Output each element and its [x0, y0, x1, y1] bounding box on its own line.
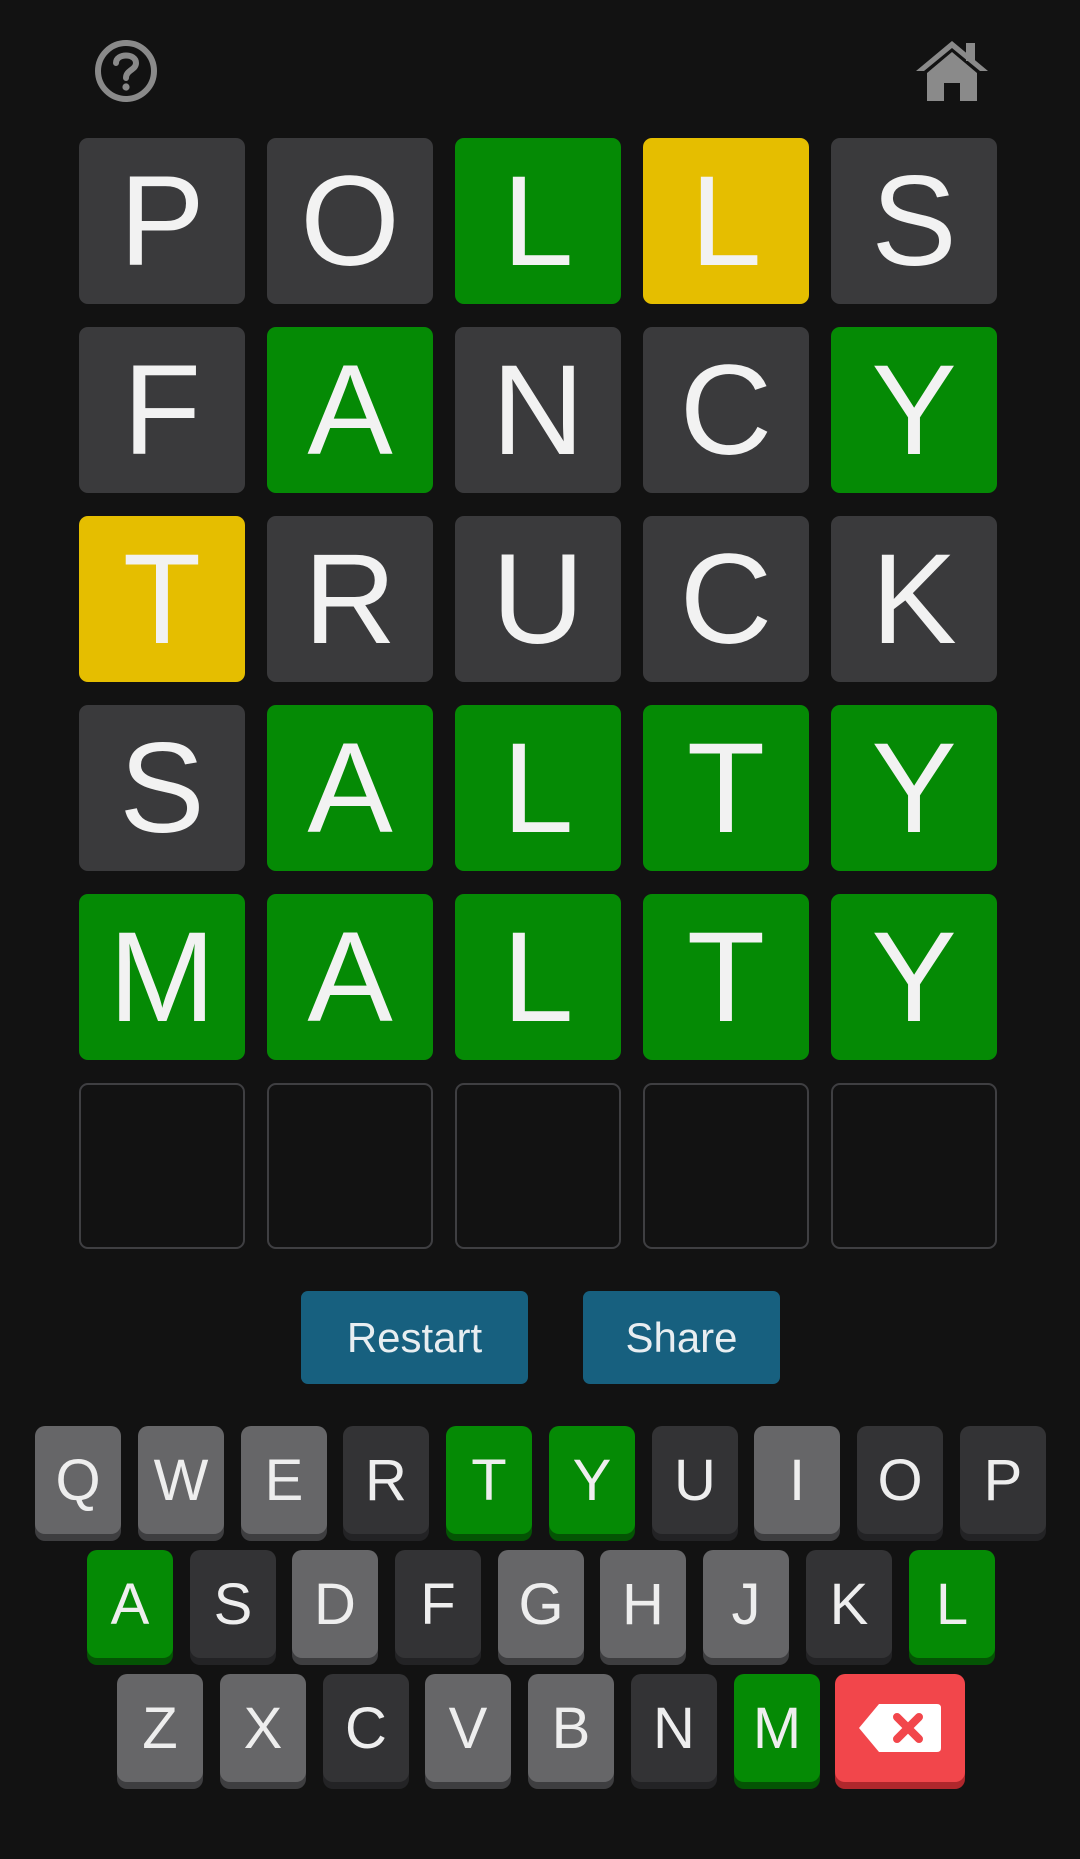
- keyboard-row-2: A S D F G H J K L: [0, 1550, 1080, 1674]
- tile: A: [267, 894, 433, 1060]
- board-row-2: F A N C Y: [79, 327, 1002, 493]
- key-f[interactable]: F: [395, 1550, 481, 1658]
- top-bar: [0, 0, 1080, 140]
- tile: [831, 1083, 997, 1249]
- key-v[interactable]: V: [425, 1674, 511, 1782]
- key-s[interactable]: S: [190, 1550, 276, 1658]
- keyboard-row-3: Z X C V B N M: [0, 1674, 1080, 1798]
- tile: U: [455, 516, 621, 682]
- keyboard-row-1: Q W E R T Y U I O P: [0, 1426, 1080, 1550]
- tile: [455, 1083, 621, 1249]
- key-m[interactable]: M: [734, 1674, 820, 1782]
- tile: R: [267, 516, 433, 682]
- question-circle-icon: [95, 40, 157, 102]
- tile: F: [79, 327, 245, 493]
- board-row-3: T R U C K: [79, 516, 1002, 682]
- tile: Y: [831, 894, 997, 1060]
- backspace-key[interactable]: [835, 1674, 965, 1782]
- tile: C: [643, 327, 809, 493]
- key-n[interactable]: N: [631, 1674, 717, 1782]
- key-b[interactable]: B: [528, 1674, 614, 1782]
- tile: N: [455, 327, 621, 493]
- key-e[interactable]: E: [241, 1426, 327, 1534]
- tile: [267, 1083, 433, 1249]
- home-icon: [916, 41, 988, 101]
- tile: A: [267, 327, 433, 493]
- tile: Y: [831, 705, 997, 871]
- key-d[interactable]: D: [292, 1550, 378, 1658]
- key-y[interactable]: Y: [549, 1426, 635, 1534]
- tile: S: [79, 705, 245, 871]
- tile: L: [455, 705, 621, 871]
- share-button[interactable]: Share: [583, 1291, 780, 1384]
- tile: [643, 1083, 809, 1249]
- tile: C: [643, 516, 809, 682]
- backspace-icon: [859, 1704, 941, 1752]
- key-p[interactable]: P: [960, 1426, 1046, 1534]
- key-h[interactable]: H: [600, 1550, 686, 1658]
- tile: T: [643, 894, 809, 1060]
- key-t[interactable]: T: [446, 1426, 532, 1534]
- tile: Y: [831, 327, 997, 493]
- tile: K: [831, 516, 997, 682]
- tile: L: [455, 894, 621, 1060]
- tile: L: [455, 138, 621, 304]
- key-i[interactable]: I: [754, 1426, 840, 1534]
- key-l[interactable]: L: [909, 1550, 995, 1658]
- home-button[interactable]: [910, 34, 994, 108]
- key-a[interactable]: A: [87, 1550, 173, 1658]
- board-row-6: [79, 1083, 1002, 1249]
- game-board: P O L L S F A N C Y T R U C K S A L T Y …: [79, 138, 1002, 1272]
- key-q[interactable]: Q: [35, 1426, 121, 1534]
- action-buttons: Restart Share: [0, 1291, 1080, 1384]
- board-row-5: M A L T Y: [79, 894, 1002, 1060]
- key-g[interactable]: G: [498, 1550, 584, 1658]
- key-k[interactable]: K: [806, 1550, 892, 1658]
- key-x[interactable]: X: [220, 1674, 306, 1782]
- key-j[interactable]: J: [703, 1550, 789, 1658]
- tile: O: [267, 138, 433, 304]
- key-w[interactable]: W: [138, 1426, 224, 1534]
- board-row-4: S A L T Y: [79, 705, 1002, 871]
- board-row-1: P O L L S: [79, 138, 1002, 304]
- tile: T: [643, 705, 809, 871]
- tile: S: [831, 138, 997, 304]
- keyboard: Q W E R T Y U I O P A S D F G H J K L Z …: [0, 1426, 1080, 1798]
- tile: M: [79, 894, 245, 1060]
- key-c[interactable]: C: [323, 1674, 409, 1782]
- tile: T: [79, 516, 245, 682]
- key-o[interactable]: O: [857, 1426, 943, 1534]
- tile: L: [643, 138, 809, 304]
- restart-button[interactable]: Restart: [301, 1291, 528, 1384]
- key-u[interactable]: U: [652, 1426, 738, 1534]
- tile: A: [267, 705, 433, 871]
- tile: [79, 1083, 245, 1249]
- key-r[interactable]: R: [343, 1426, 429, 1534]
- tile: P: [79, 138, 245, 304]
- help-button[interactable]: [84, 34, 168, 108]
- key-z[interactable]: Z: [117, 1674, 203, 1782]
